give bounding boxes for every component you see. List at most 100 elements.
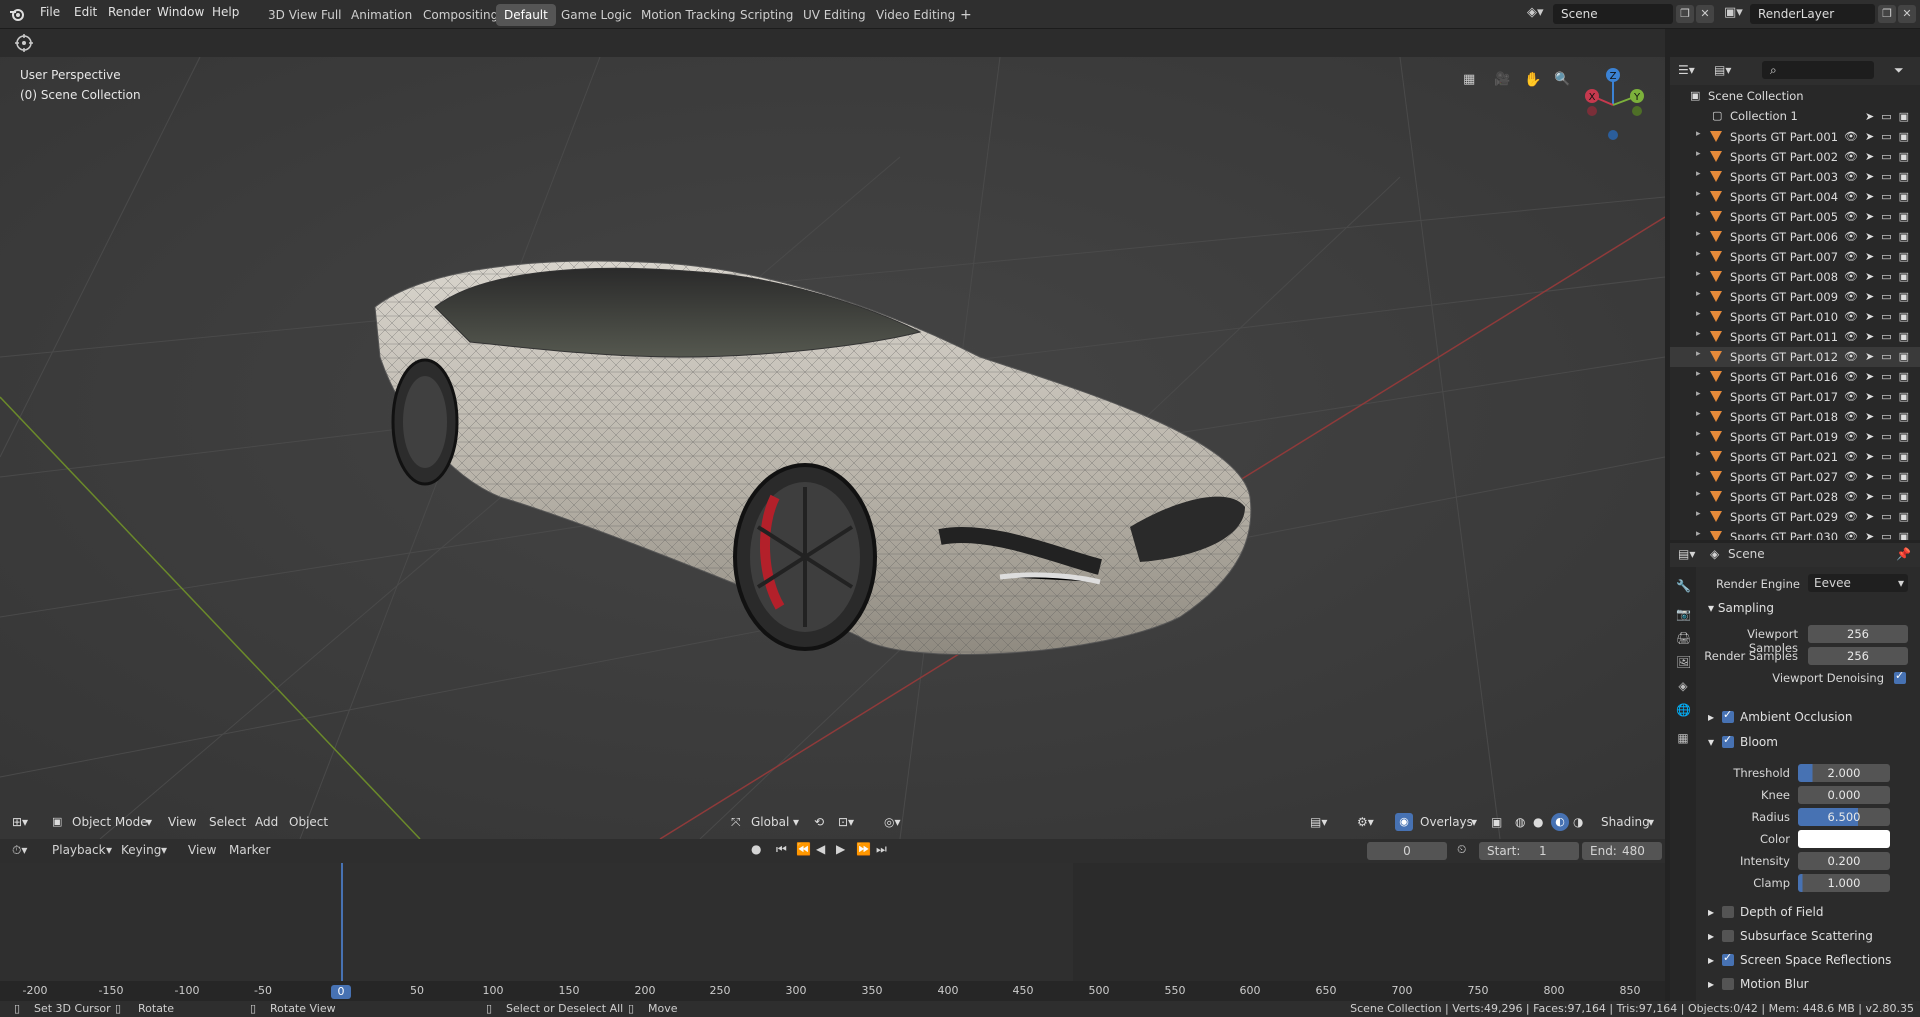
intensity-slider[interactable]: 0.200 (1798, 852, 1890, 870)
delete-scene-icon[interactable]: ✕ (1696, 5, 1714, 23)
3d-viewport[interactable]: User Perspective (0) Scene Collection ▦ … (0, 57, 1665, 839)
restrict-toggle-icons[interactable]: 👁➤▭▣ (1844, 150, 1916, 163)
outliner-item[interactable]: ▸ Sports GT Part.030 👁➤▭▣ (1670, 527, 1920, 540)
preview-range-icon[interactable]: ⏲ (1457, 842, 1466, 857)
outliner-item[interactable]: ▸ Sports GT Part.011 👁➤▭▣ (1670, 327, 1920, 347)
outliner-item[interactable]: ▸ Sports GT Part.017 👁➤▭▣ (1670, 387, 1920, 407)
menu-window[interactable]: Window (157, 5, 204, 19)
jump-keyframe-forward-icon[interactable]: ⏩ (856, 842, 871, 856)
depth-of-field-panel-toggle[interactable]: ▸ (1708, 905, 1714, 919)
clamp-slider[interactable]: 1.000 (1798, 874, 1890, 892)
outliner-item[interactable]: ▸ Sports GT Part.012 👁➤▭▣ (1670, 347, 1920, 367)
viewport-denoising-checkbox[interactable] (1894, 669, 1906, 684)
outliner-editor-icon[interactable]: ☰▾ (1678, 63, 1695, 77)
ssr-panel-toggle[interactable]: ▸ (1708, 953, 1714, 967)
timeline[interactable]: -200 -150 -100 -50 0 50 100 150 200 250 … (0, 863, 1665, 1001)
viewport-samples-field[interactable]: 256 (1808, 625, 1908, 643)
tab-animation[interactable]: Animation (343, 4, 420, 26)
output-tab-icon[interactable]: 🖨 (1676, 631, 1691, 645)
end-frame-field[interactable]: End: 480 (1582, 842, 1662, 860)
scene-name-field[interactable]: Scene (1553, 4, 1673, 24)
restrict-toggle-icons[interactable]: 👁➤▭▣ (1844, 530, 1916, 540)
menu-select[interactable]: Select (209, 815, 246, 829)
mode-dropdown[interactable]: Object Mode (72, 815, 148, 829)
pan-hand-icon[interactable]: ✋ (1524, 72, 1544, 92)
outliner-item[interactable]: ▸ Sports GT Part.006 👁➤▭▣ (1670, 227, 1920, 247)
shading-dropdown[interactable]: Shading (1601, 815, 1650, 829)
view-layer-tab-icon[interactable]: 🖼 (1676, 655, 1691, 669)
expand-icon[interactable]: ▸ (1696, 389, 1701, 399)
restrict-toggle-icons[interactable]: 👁➤▭▣ (1844, 370, 1916, 383)
restrict-toggle-icons[interactable]: 👁➤▭▣ (1844, 450, 1916, 463)
ssr-checkbox[interactable] (1722, 951, 1734, 966)
bloom-checkbox[interactable] (1722, 733, 1734, 748)
restrict-toggle-icons[interactable]: 👁➤▭▣ (1844, 210, 1916, 223)
render-layer-selector-icon[interactable]: ▣▾ (1724, 5, 1743, 20)
threshold-slider[interactable]: 2.000 (1798, 764, 1890, 782)
new-render-layer-icon[interactable]: ❐ (1878, 5, 1896, 23)
outliner-item[interactable]: ▸ Sports GT Part.008 👁➤▭▣ (1670, 267, 1920, 287)
restrict-toggle-icons[interactable]: 👁➤▭▣ (1844, 230, 1916, 243)
rendered-shading-icon[interactable]: ◑ (1573, 815, 1583, 829)
tool-tab-icon[interactable]: 🔧 (1676, 579, 1691, 593)
restrict-toggle-icons[interactable]: 👁➤▭▣ (1844, 430, 1916, 443)
restrict-toggle-icons[interactable]: 👁➤▭▣ (1844, 130, 1916, 143)
overlays-dropdown[interactable]: Overlays (1420, 815, 1473, 829)
render-engine-dropdown[interactable]: Eevee ▾ (1808, 574, 1908, 592)
expand-icon[interactable]: ▸ (1696, 149, 1701, 159)
outliner-item[interactable]: ▸ Sports GT Part.003 👁➤▭▣ (1670, 167, 1920, 187)
jump-keyframe-back-icon[interactable]: ⏪ (796, 842, 811, 856)
menu-edit[interactable]: Edit (74, 5, 97, 19)
tab-compositing[interactable]: Compositing (415, 4, 506, 26)
pivot-icon[interactable]: ⟲ (814, 815, 824, 829)
tab-scripting[interactable]: Scripting (732, 4, 801, 26)
outliner-item[interactable]: ▸ Sports GT Part.019 👁➤▭▣ (1670, 427, 1920, 447)
knee-slider[interactable]: 0.000 (1798, 786, 1890, 804)
bloom-color-swatch[interactable] (1798, 830, 1890, 848)
restrict-toggle-icons[interactable]: 👁➤▭▣ (1844, 170, 1916, 183)
expand-icon[interactable]: ▸ (1696, 529, 1701, 539)
pin-icon[interactable]: 📌 (1896, 547, 1911, 561)
render-samples-field[interactable]: 256 (1808, 647, 1908, 665)
expand-icon[interactable]: ▸ (1696, 409, 1701, 419)
menu-view[interactable]: View (168, 815, 196, 829)
collection-restrict-icons[interactable]: ➤▭▣ (1865, 110, 1916, 123)
outliner-item[interactable]: ▸ Sports GT Part.010 👁➤▭▣ (1670, 307, 1920, 327)
ambient-occlusion-checkbox[interactable] (1722, 708, 1734, 723)
expand-icon[interactable]: ▸ (1696, 249, 1701, 259)
start-frame-field[interactable]: Start: 1 (1479, 842, 1579, 860)
outliner-item[interactable]: ▸ Sports GT Part.018 👁➤▭▣ (1670, 407, 1920, 427)
menu-playback[interactable]: Playback (52, 843, 106, 857)
restrict-toggle-icons[interactable]: 👁➤▭▣ (1844, 290, 1916, 303)
menu-help[interactable]: Help (212, 5, 239, 19)
outliner-item[interactable]: ▸ Sports GT Part.004 👁➤▭▣ (1670, 187, 1920, 207)
transform-tool-icon[interactable] (12, 32, 36, 54)
scene-selector-icon[interactable]: ◈▾ (1527, 5, 1544, 20)
restrict-toggle-icons[interactable]: 👁➤▭▣ (1844, 390, 1916, 403)
current-frame-field[interactable]: 0 (1367, 842, 1447, 860)
menu-file[interactable]: File (40, 5, 60, 19)
tab-3d-view-full[interactable]: 3D View Full (260, 4, 350, 26)
menu-timeline-view[interactable]: View (188, 843, 216, 857)
depth-of-field-checkbox[interactable] (1722, 906, 1734, 918)
jump-start-icon[interactable]: ⏮ (776, 842, 787, 857)
proportional-edit-icon[interactable]: ◎▾ (884, 815, 901, 829)
outliner-item[interactable]: ▸ Sports GT Part.029 👁➤▭▣ (1670, 507, 1920, 527)
outliner-item[interactable]: ▸ Sports GT Part.027 👁➤▭▣ (1670, 467, 1920, 487)
menu-render[interactable]: Render (108, 5, 151, 19)
tab-default[interactable]: Default (496, 4, 556, 26)
camera-view-icon[interactable]: 🎥 (1494, 72, 1514, 92)
expand-icon[interactable]: ▸ (1696, 429, 1701, 439)
blender-logo-icon[interactable] (9, 6, 25, 22)
snap-icon[interactable]: ⊡▾ (838, 815, 854, 829)
outliner-item[interactable]: ▸ Sports GT Part.005 👁➤▭▣ (1670, 207, 1920, 227)
restrict-toggle-icons[interactable]: 👁➤▭▣ (1844, 470, 1916, 483)
timeline-editor-icon[interactable]: ⏱▾ (12, 843, 27, 858)
new-scene-icon[interactable]: ❐ (1676, 5, 1694, 23)
playhead[interactable] (341, 863, 343, 989)
gizmo-toggle-icon[interactable]: ⚙▾ (1357, 815, 1374, 829)
restrict-toggle-icons[interactable]: 👁➤▭▣ (1844, 330, 1916, 343)
subsurface-scattering-panel-toggle[interactable]: ▸ (1708, 929, 1714, 943)
menu-add[interactable]: Add (255, 815, 278, 829)
orientation-dropdown[interactable]: Global (751, 815, 789, 829)
